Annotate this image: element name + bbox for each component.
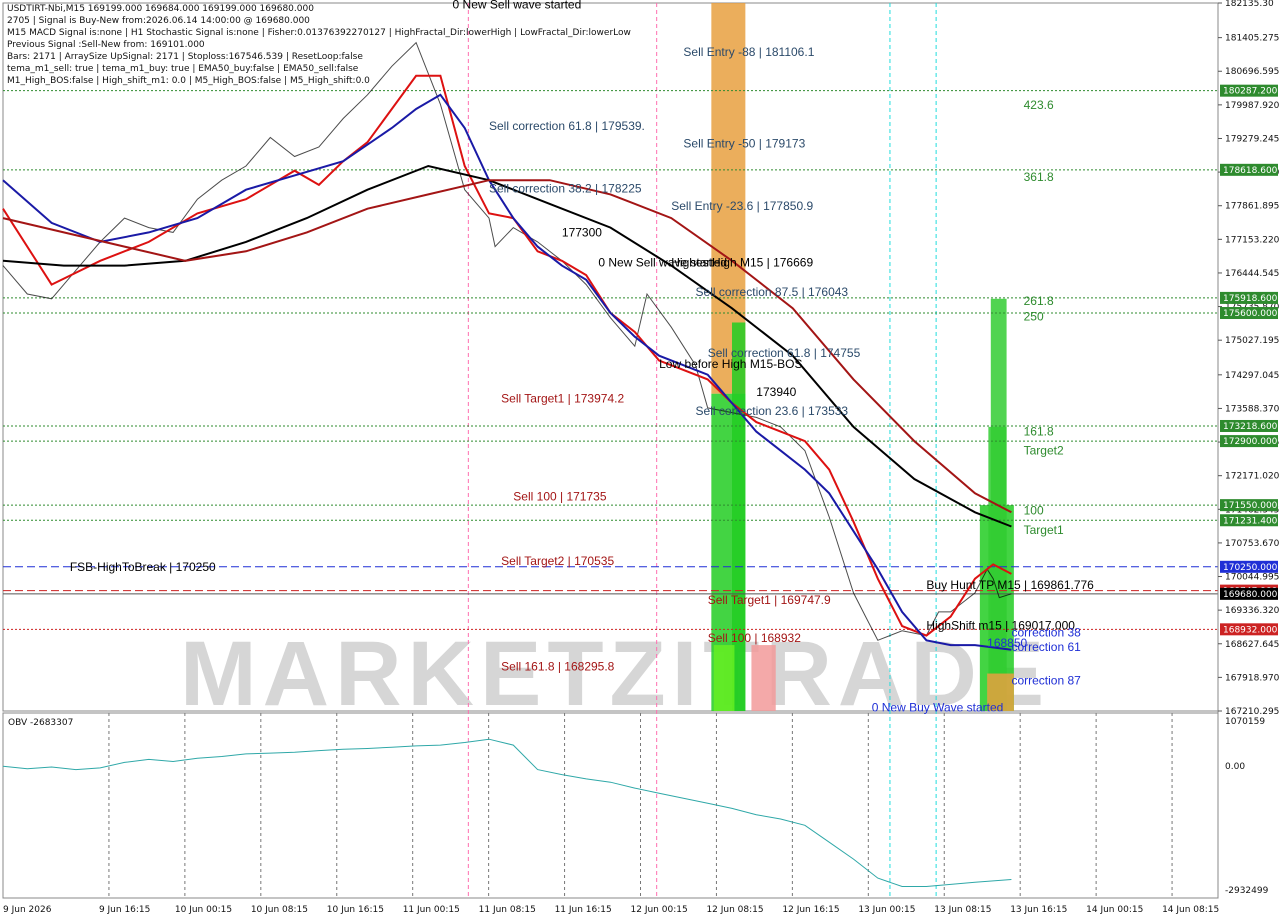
- obv-tick-label: 0.00: [1225, 762, 1245, 772]
- time-axis-label: 11 Jun 08:15: [479, 905, 536, 915]
- chart-annotation: Sell 100 | 171735: [513, 489, 607, 503]
- obv-tick-label: -2932499: [1225, 886, 1269, 896]
- signal-zone-bar: [751, 645, 776, 712]
- price-tag-label: 168932.000: [1223, 625, 1278, 635]
- price-tag-label: 180287.200: [1223, 87, 1278, 97]
- chart-annotation: Target2: [1024, 444, 1064, 458]
- price-tag-label: 171550.000: [1223, 501, 1278, 511]
- price-tick-label: 170753.670: [1225, 539, 1280, 549]
- chart-annotation: 261.8: [1024, 294, 1054, 308]
- chart-annotation: 361.8: [1024, 170, 1054, 184]
- time-axis-label: 10 Jun 08:15: [251, 905, 308, 915]
- time-axis-label: 10 Jun 16:15: [327, 905, 384, 915]
- price-tick-label: 167918.970: [1225, 673, 1280, 683]
- price-tick-label: 177153.220: [1225, 235, 1280, 245]
- price-tick-label: 167210.295: [1225, 707, 1279, 717]
- info-line: USDTIRT-Nbi,M15 169199.000 169684.000 16…: [7, 4, 314, 14]
- price-tick-label: 179279.245: [1225, 134, 1279, 144]
- price-tick-label: 168627.645: [1225, 640, 1279, 650]
- price-tick-label: 169336.320: [1225, 606, 1280, 616]
- price-tick-label: 172171.020: [1225, 472, 1280, 482]
- info-line: Previous Signal :Sell-New from: 169101.0…: [7, 40, 205, 50]
- chart-annotation: 250: [1024, 309, 1044, 323]
- chart-annotation: Sell 100 | 168932: [708, 631, 802, 645]
- price-tick-label: 179987.920: [1225, 101, 1280, 111]
- time-axis-label: 12 Jun 08:15: [706, 905, 763, 915]
- chart-annotation: FSB-HighToBreak | 170250: [70, 560, 216, 574]
- chart-annotation: Sell correction 61.8 | 179539.: [489, 119, 645, 133]
- chart-annotation: 0 New Buy Wave started: [872, 701, 1004, 715]
- time-axis-label: 14 Jun 00:15: [1086, 905, 1143, 915]
- chart-annotation: 423.6: [1024, 98, 1054, 112]
- chart-annotation: correction 61: [1011, 640, 1081, 654]
- chart-annotation: Target1: [1024, 523, 1064, 537]
- chart-annotation: 161.8: [1024, 425, 1054, 439]
- time-axis-label: 11 Jun 00:15: [403, 905, 460, 915]
- price-tag-label: 175600.000: [1223, 309, 1278, 319]
- price-tick-label: 181405.275: [1225, 34, 1279, 44]
- time-axis-label: 10 Jun 00:15: [175, 905, 232, 915]
- price-tick-label: 182135.30: [1225, 0, 1274, 9]
- indicator-info-panel: USDTIRT-Nbi,M15 169199.000 169684.000 16…: [7, 3, 631, 87]
- info-line: tema_m1_sell: true | tema_m1_buy: true |…: [7, 64, 359, 74]
- chart-annotation: Sell Target1 | 169747.9: [708, 593, 831, 607]
- info-line: Bars: 2171 | ArraySize UpSignal: 2171 | …: [7, 52, 363, 62]
- chart-annotation: Sell Entry -23.6 | 177850.9: [671, 199, 813, 213]
- obv-label: OBV -2683307: [8, 718, 73, 728]
- chart-annotation: 100: [1024, 503, 1044, 517]
- price-tick-label: 180696.595: [1225, 67, 1279, 77]
- time-axis-label: 12 Jun 16:15: [782, 905, 839, 915]
- price-tag-label: 169680.000: [1223, 590, 1278, 600]
- info-line: 2705 | Signal is Buy-New from:2026.06.14…: [7, 16, 310, 26]
- price-tag-label: 170250.000: [1223, 563, 1278, 573]
- chart-annotation: Low before High M15-BOS: [659, 357, 802, 371]
- time-axis-label: 11 Jun 16:15: [555, 905, 612, 915]
- chart-annotation: Sell Entry -50 | 179173: [683, 137, 805, 151]
- price-tag-label: 173218.600: [1223, 422, 1278, 432]
- chart-annotation: Sell correction 38.2 | 178225: [489, 181, 642, 195]
- info-line: M15 MACD Signal is:none | H1 Stochastic …: [7, 28, 631, 38]
- chart-annotation: Sell Entry -88 | 181106.1: [683, 45, 814, 59]
- time-axis-label: 12 Jun 00:15: [631, 905, 688, 915]
- chart-annotation: Sell Target2 | 170535: [501, 554, 614, 568]
- time-axis-label: 13 Jun 00:15: [858, 905, 915, 915]
- price-tick-label: 170044.995: [1225, 573, 1279, 583]
- time-axis-label: 13 Jun 16:15: [1010, 905, 1067, 915]
- price-tag-label: 171231.400: [1223, 516, 1278, 526]
- chart-annotation: HighestHigh M15 | 176669: [671, 255, 813, 269]
- price-tick-label: 176444.545: [1225, 269, 1279, 279]
- chart-window[interactable]: MARKETZITRADE 0 New Sell wave started Sell…: [0, 0, 1280, 920]
- price-tag-label: 178618.600: [1223, 166, 1278, 176]
- chart-annotation: Sell 161.8 | 168295.8: [501, 659, 615, 673]
- price-chart[interactable]: MARKETZITRADE0 New Sell wave startedSell…: [0, 0, 1280, 920]
- chart-annotation: correction 87: [1011, 674, 1081, 688]
- signal-zone-bar: [713, 645, 735, 712]
- price-tick-label: 174297.045: [1225, 371, 1279, 381]
- price-tick-label: 177861.895: [1225, 202, 1279, 212]
- chart-annotation: Sell correction 87.5 | 176043: [696, 285, 849, 299]
- time-axis-label: 9 Jun 2026: [3, 905, 52, 915]
- price-tick-label: 175027.195: [1225, 336, 1279, 346]
- time-axis-label: 14 Jun 08:15: [1162, 905, 1219, 915]
- obv-tick-label: 1070159: [1225, 717, 1265, 727]
- chart-annotation: Buy Hunt TP M15 | 169861.776: [926, 578, 1094, 592]
- time-axis-label: 9 Jun 16:15: [99, 905, 150, 915]
- chart-annotation: Sell correction 23.6 | 173533: [696, 404, 849, 418]
- time-axis-label: 13 Jun 08:15: [934, 905, 991, 915]
- price-tick-label: 173588.370: [1225, 404, 1280, 414]
- price-tag-label: 175918.600: [1223, 294, 1278, 304]
- chart-annotation: 177300: [562, 225, 602, 239]
- chart-annotation: 173940: [756, 385, 796, 399]
- chart-annotation: Sell Target1 | 173974.2: [501, 391, 624, 405]
- price-tag-label: 172900.000: [1223, 437, 1278, 447]
- info-line: M1_High_BOS:false | High_shift_m1: 0.0 |…: [7, 76, 370, 86]
